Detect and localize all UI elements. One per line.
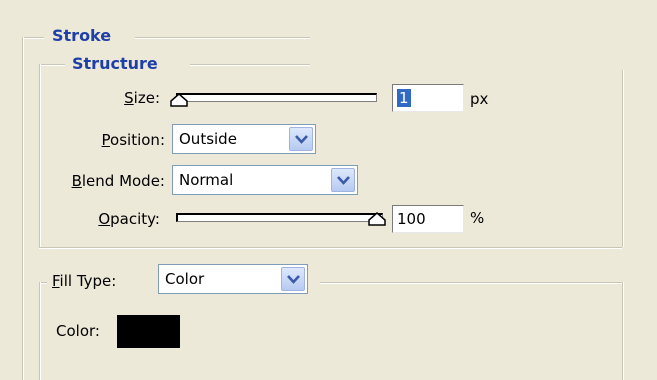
opacity-label: Opacity: — [98, 209, 160, 229]
color-label: Color: — [56, 322, 100, 340]
size-value: 1 — [397, 89, 411, 107]
blend-mode-dropdown[interactable]: Normal — [172, 165, 358, 195]
stroke-group-title: Stroke — [48, 27, 116, 45]
opacity-label-mnemonic: O — [98, 210, 111, 228]
blend-mode-label-text: lend Mode: — [81, 172, 165, 190]
size-slider-track[interactable] — [176, 93, 377, 102]
fill-group-border-right — [622, 282, 624, 380]
structure-group-border-top-left — [39, 64, 65, 66]
structure-group-border-right — [622, 70, 624, 247]
structure-group-title: Structure — [68, 55, 162, 73]
blend-mode-label-mnemonic: B — [71, 172, 82, 190]
size-input[interactable]: 1 — [392, 84, 464, 112]
fill-type-label: Fill Type: — [52, 271, 116, 291]
structure-group-border-bottom — [39, 247, 622, 249]
size-label-mnemonic: S — [124, 89, 134, 107]
position-label-mnemonic: P — [101, 131, 111, 149]
chevron-down-icon — [287, 275, 300, 284]
size-label: Size: — [124, 88, 160, 108]
structure-group-border-top-right — [190, 64, 310, 66]
size-unit: px — [470, 90, 489, 108]
opacity-slider-track[interactable] — [176, 213, 383, 222]
chevron-down-icon — [295, 135, 308, 144]
position-dropdown-button[interactable] — [289, 127, 313, 151]
blend-mode-dropdown-button[interactable] — [331, 168, 355, 192]
opacity-slider-thumb-icon[interactable] — [368, 212, 386, 226]
fill-type-label-mnemonic: F — [52, 272, 60, 290]
position-dropdown[interactable]: Outside — [172, 124, 316, 154]
fill-type-dropdown-button[interactable] — [281, 267, 305, 291]
color-swatch[interactable] — [117, 315, 180, 348]
stroke-group-border-top-left — [22, 37, 44, 39]
fill-type-label-text: ill Type: — [59, 272, 117, 290]
opacity-label-text: pacity: — [110, 210, 160, 228]
fill-group-border-left — [39, 282, 41, 380]
stroke-group-border-left — [22, 37, 24, 380]
opacity-unit: % — [470, 209, 485, 227]
fill-type-selected-value: Color — [165, 270, 205, 288]
position-selected-value: Outside — [179, 130, 237, 148]
chevron-down-icon — [337, 176, 350, 185]
position-label: Position: — [102, 130, 165, 150]
fill-group-border-top-right — [320, 282, 622, 284]
blend-mode-selected-value: Normal — [179, 171, 234, 189]
size-slider-thumb-icon[interactable] — [170, 93, 188, 107]
size-label-text: ize: — [133, 89, 160, 107]
opacity-input[interactable]: 100 — [392, 205, 464, 233]
position-label-text: osition: — [110, 131, 165, 149]
fill-type-dropdown[interactable]: Color — [158, 264, 308, 294]
blend-mode-label: Blend Mode: — [72, 171, 165, 191]
stroke-group-border-top-right — [135, 37, 310, 39]
structure-group-border-left — [39, 64, 41, 247]
